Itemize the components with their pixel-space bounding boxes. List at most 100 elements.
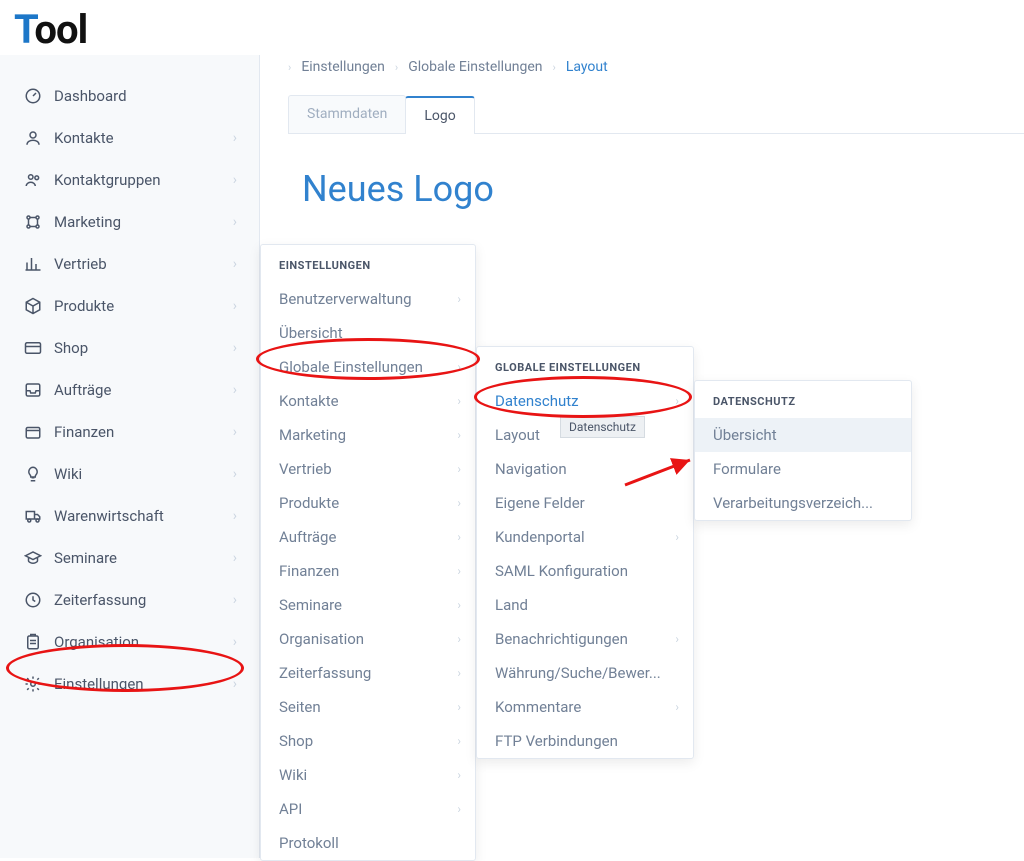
sidebar-item-finanzen[interactable]: Finanzen› (0, 411, 259, 453)
sidebar-item-aufträge[interactable]: Aufträge› (0, 369, 259, 411)
sidebar-item-label: Warenwirtschaft (54, 507, 233, 525)
menu-item-label: Übersicht (713, 426, 897, 444)
tab-stammdaten[interactable]: Stammdaten (288, 95, 406, 133)
breadcrumb-item[interactable]: Globale Einstellungen (408, 59, 542, 75)
sidebar-item-wiki[interactable]: Wiki› (0, 453, 259, 495)
truck-icon (22, 507, 44, 525)
sidebar-item-label: Shop (54, 339, 233, 357)
bars-icon (22, 255, 44, 273)
menu-item-label: Kontakte (279, 392, 447, 410)
menu-item[interactable]: Währung/Suche/Bewer... (477, 656, 693, 690)
chevron-right-icon: › (233, 172, 237, 188)
menu-item[interactable]: Protokoll (261, 826, 475, 860)
chevron-right-icon: › (457, 802, 461, 816)
menu-item-label: Benutzerverwaltung (279, 290, 447, 308)
menu-item[interactable]: Verarbeitungsverzeich... (695, 486, 911, 520)
sidebar-item-kontaktgruppen[interactable]: Kontaktgruppen› (0, 159, 259, 201)
sidebar-item-warenwirtschaft[interactable]: Warenwirtschaft› (0, 495, 259, 537)
bulb-icon (22, 465, 44, 483)
menu-item[interactable]: Kundenportal› (477, 520, 693, 554)
menu-item-label: Vertrieb (279, 460, 447, 478)
sidebar-item-label: Dashboard (54, 87, 237, 105)
chevron-right-icon: › (457, 530, 461, 544)
menu-item[interactable]: Navigation (477, 452, 693, 486)
sidebar-item-organisation[interactable]: Organisation› (0, 621, 259, 663)
chevron-right-icon: › (233, 130, 237, 146)
app-logo: Tool (14, 6, 87, 53)
sidebar-item-seminare[interactable]: Seminare› (0, 537, 259, 579)
menu-item-label: API (279, 800, 447, 818)
chevron-right-icon: › (457, 428, 461, 442)
menu-item-label: FTP Verbindungen (495, 732, 679, 750)
menu-item[interactable]: Finanzen › (261, 554, 475, 588)
menu-item[interactable]: Seminare› (261, 588, 475, 622)
chevron-right-icon: › (233, 508, 237, 524)
main-area: › Einstellungen › Globale Einstellungen … (260, 55, 1024, 230)
sidebar-item-label: Zeiterfassung (54, 591, 233, 609)
menu-item[interactable]: Vertrieb› (261, 452, 475, 486)
menu-item-label: Formulare (713, 460, 897, 478)
flyout-header: EINSTELLUNGEN (261, 245, 475, 282)
grad-icon (22, 549, 44, 567)
menu-item[interactable]: Datenschutz› (477, 384, 693, 418)
sidebar-item-label: Einstellungen (54, 675, 233, 693)
menu-item[interactable]: Kontakte › (261, 384, 475, 418)
menu-item[interactable]: Übersicht (261, 316, 475, 350)
sidebar-item-shop[interactable]: Shop› (0, 327, 259, 369)
menu-item[interactable]: Shop› (261, 724, 475, 758)
chevron-right-icon: › (457, 666, 461, 680)
menu-item[interactable]: Formulare (695, 452, 911, 486)
chevron-right-icon: › (233, 340, 237, 356)
chevron-right-icon: › (457, 564, 461, 578)
menu-item[interactable]: API › (261, 792, 475, 826)
chevron-right-icon: › (233, 466, 237, 482)
menu-item[interactable]: Marketing› (261, 418, 475, 452)
chevron-right-icon: › (457, 360, 461, 374)
sidebar-item-dashboard[interactable]: Dashboard (0, 75, 259, 117)
sidebar-item-label: Aufträge (54, 381, 233, 399)
menu-item-label: Wiki (279, 766, 447, 784)
menu-item[interactable]: Wiki› (261, 758, 475, 792)
menu-item[interactable]: SAML Konfiguration (477, 554, 693, 588)
menu-item-label: Finanzen (279, 562, 447, 580)
breadcrumb-item[interactable]: Einstellungen (301, 59, 385, 75)
sidebar-item-marketing[interactable]: Marketing› (0, 201, 259, 243)
tooltip: Datenschutz (560, 416, 645, 438)
chevron-right-icon: › (457, 734, 461, 748)
menu-item[interactable]: Globale Einstellungen› (261, 350, 475, 384)
menu-item-label: Eigene Felder (495, 494, 679, 512)
tab-logo[interactable]: Logo (405, 96, 474, 134)
user-icon (22, 129, 44, 147)
menu-item[interactable]: Organisation› (261, 622, 475, 656)
sidebar-item-kontakte[interactable]: Kontakte› (0, 117, 259, 159)
menu-item[interactable]: Zeiterfassung› (261, 656, 475, 690)
menu-item[interactable]: Eigene Felder (477, 486, 693, 520)
chevron-right-icon: › (233, 424, 237, 440)
sidebar-item-zeiterfassung[interactable]: Zeiterfassung› (0, 579, 259, 621)
gauge-icon (22, 87, 44, 105)
menu-item[interactable]: Benutzerverwaltung › (261, 282, 475, 316)
sidebar-item-vertrieb[interactable]: Vertrieb› (0, 243, 259, 285)
chevron-right-icon: › (457, 292, 461, 306)
menu-item-label: Verarbeitungsverzeich... (713, 494, 897, 512)
chevron-right-icon: › (457, 394, 461, 408)
menu-item[interactable]: Kommentare› (477, 690, 693, 724)
clip-icon (22, 633, 44, 651)
sidebar-item-label: Wiki (54, 465, 233, 483)
wallet-icon (22, 423, 44, 441)
menu-item-label: Übersicht (279, 324, 461, 342)
menu-item[interactable]: Produkte› (261, 486, 475, 520)
menu-item[interactable]: Benachrichtigungen› (477, 622, 693, 656)
flyout-einstellungen: EINSTELLUNGEN Benutzerverwaltung › Übersic… (260, 244, 476, 861)
sidebar-item-label: Seminare (54, 549, 233, 567)
menu-item-label: Benachrichtigungen (495, 630, 665, 648)
sidebar-item-einstellungen[interactable]: Einstellungen› (0, 663, 259, 705)
menu-item[interactable]: Seiten› (261, 690, 475, 724)
menu-item[interactable]: Aufträge› (261, 520, 475, 554)
chevron-right-icon: › (233, 676, 237, 692)
menu-item[interactable]: FTP Verbindungen (477, 724, 693, 758)
menu-item[interactable]: Übersicht (695, 418, 911, 452)
sidebar-item-produkte[interactable]: Produkte› (0, 285, 259, 327)
menu-item-label: SAML Konfiguration (495, 562, 679, 580)
menu-item[interactable]: Land (477, 588, 693, 622)
